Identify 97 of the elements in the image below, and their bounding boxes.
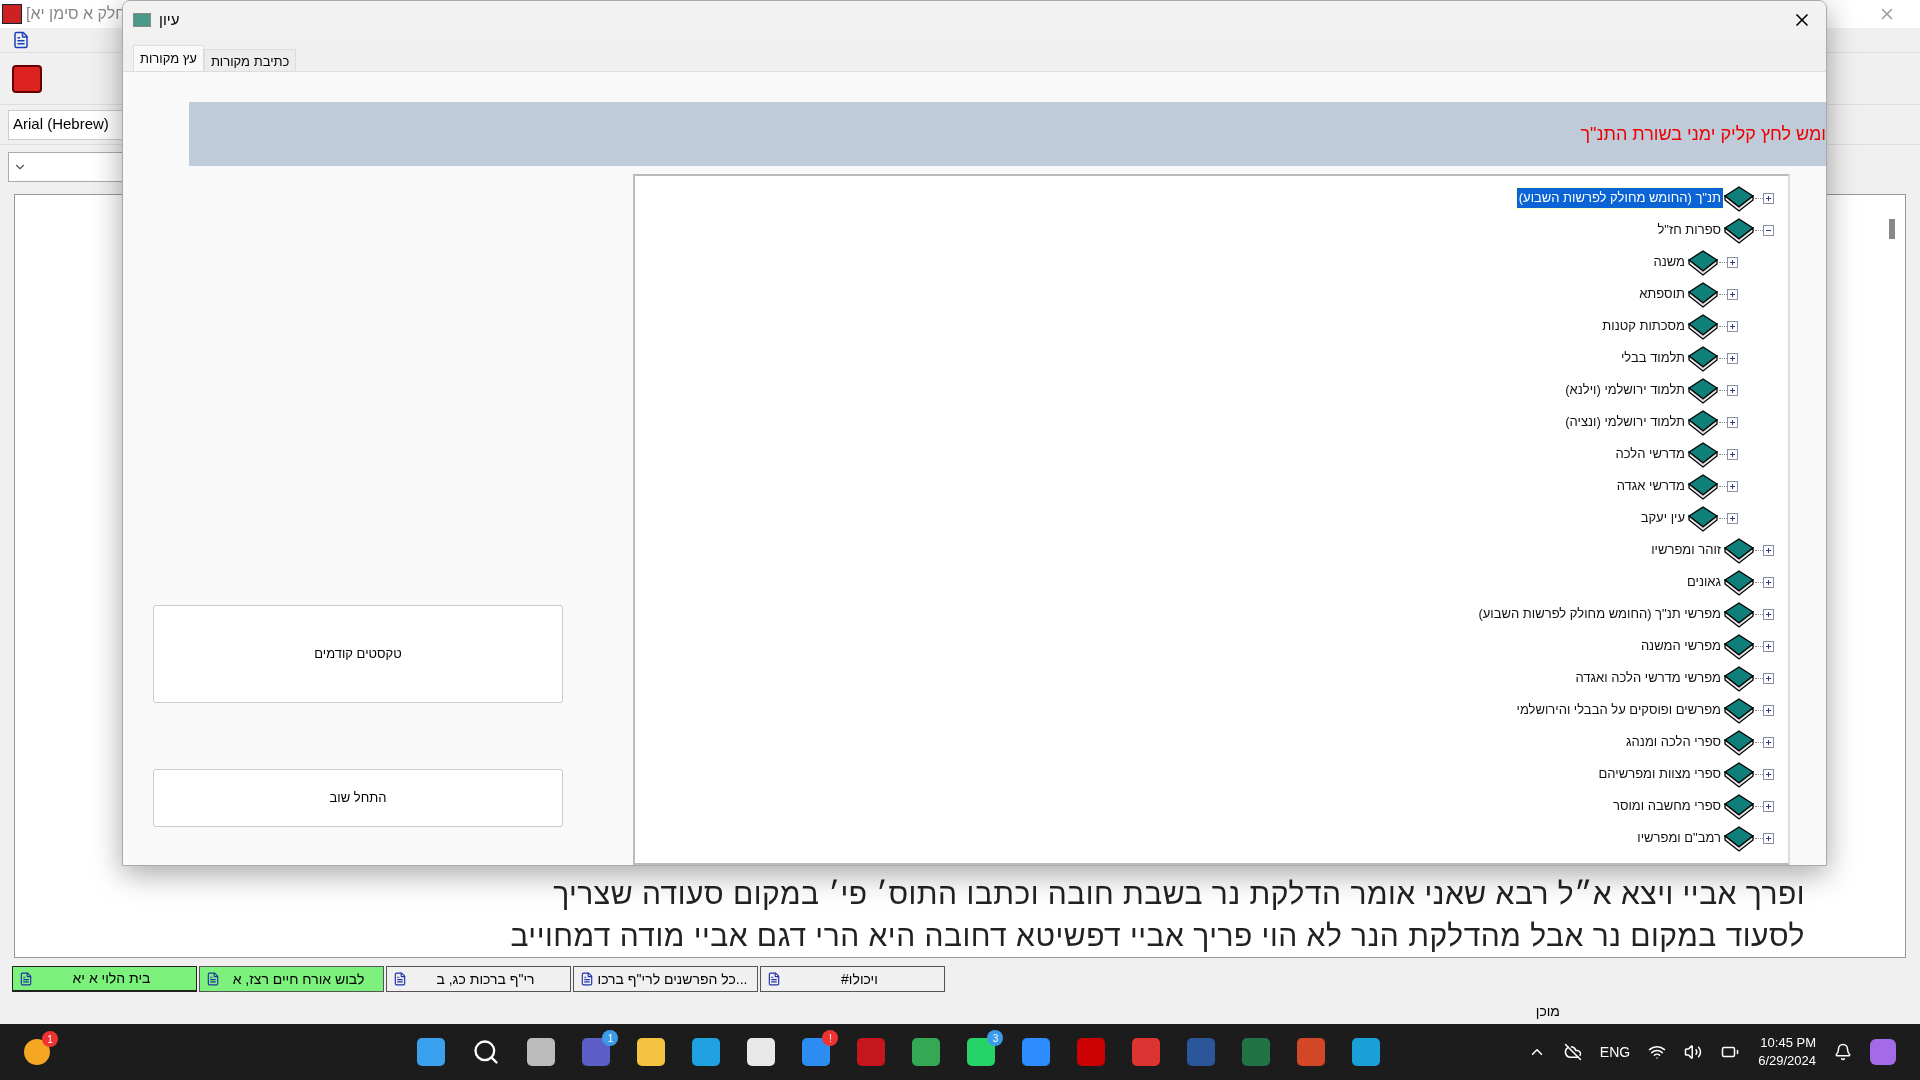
tree-item-label[interactable]: גאונים	[1684, 572, 1723, 592]
tree-item-label[interactable]: מפרשי המשנה	[1638, 636, 1723, 656]
book-icon	[1723, 728, 1755, 756]
expand-icon[interactable]	[1727, 352, 1738, 364]
expand-icon[interactable]	[1763, 640, 1774, 652]
tree-item-label[interactable]: רמב"ם ומפרשיו	[1635, 828, 1723, 848]
tree-item-label[interactable]: תלמוד ירושלמי (וילנא)	[1563, 380, 1687, 400]
dialog-app-icon	[133, 13, 151, 27]
expand-icon[interactable]	[1763, 736, 1774, 748]
expand-icon[interactable]	[1763, 192, 1774, 204]
expand-icon[interactable]	[1763, 704, 1774, 716]
expand-icon[interactable]	[1763, 800, 1774, 812]
expand-icon[interactable]	[1727, 480, 1738, 492]
tree-item-label[interactable]: תלמוד בבלי	[1618, 348, 1687, 368]
document-tab[interactable]: ויכולו#	[760, 966, 945, 992]
document-icon	[767, 972, 781, 986]
tree-item-label[interactable]: מפרשי מדרשי הלכה ואגדה	[1573, 668, 1723, 688]
tree-item-label[interactable]: ספרי הלכה ומנהג	[1624, 732, 1723, 752]
notification-badge: 3	[987, 1030, 1004, 1046]
tree-item-label[interactable]: מפרשים ופוסקים על הבבלי והירושלמי	[1514, 700, 1723, 720]
document-tab[interactable]: רי"ף ברכות כג, ב	[386, 966, 571, 992]
book-icon	[1687, 344, 1719, 372]
previous-texts-button[interactable]: טקסטים קודמים	[153, 605, 563, 703]
document-icon	[580, 972, 594, 986]
expand-icon[interactable]	[1727, 448, 1738, 460]
search-icon[interactable]	[472, 1038, 501, 1066]
book-icon	[1687, 248, 1719, 276]
book-icon	[1723, 760, 1755, 788]
tree-item-label[interactable]: מדרשי אגדה	[1614, 476, 1687, 496]
document-icon	[393, 972, 407, 986]
tree-item-label[interactable]: ספרי מחשבה ומוסר	[1610, 796, 1723, 816]
expand-icon[interactable]	[1763, 576, 1774, 588]
book-icon	[1723, 216, 1755, 244]
instruction-text: ומש לחץ קליק ימני בשורת התנ"ך	[1580, 122, 1826, 146]
book-icon	[1723, 696, 1755, 724]
book-icon	[1687, 440, 1719, 468]
clock-date[interactable]: 6/29/2024	[1758, 1052, 1816, 1070]
tree-item-label[interactable]: משנה	[1651, 252, 1687, 272]
document-icon	[206, 972, 220, 986]
book-icon	[1723, 792, 1755, 820]
document-icon	[19, 971, 33, 986]
restart-button[interactable]: התחל שוב	[153, 769, 563, 827]
expand-icon[interactable]	[1727, 320, 1738, 332]
cloud-off-icon[interactable]	[1563, 1043, 1582, 1061]
dialog-title: עיון	[159, 9, 180, 30]
document-tab[interactable]: בית הלוי א יא	[12, 966, 197, 992]
document-tab[interactable]: ...כל הפרשנים לרי"ף ברכו	[573, 966, 758, 992]
book-icon	[1687, 312, 1719, 340]
expand-icon[interactable]	[1727, 384, 1738, 396]
tree-item-label[interactable]: מפרשי תנ"ך (החומש מחולק לפרשות השבוע)	[1476, 604, 1723, 624]
book-icon	[1723, 600, 1755, 628]
expand-icon[interactable]	[1727, 416, 1738, 428]
expand-icon[interactable]	[1763, 608, 1774, 620]
expand-icon[interactable]	[1763, 768, 1774, 780]
collapse-icon[interactable]	[1763, 224, 1774, 236]
tree-item-label[interactable]: מדרשי הלכה	[1613, 444, 1687, 464]
book-icon	[1687, 408, 1719, 436]
document-text-line: ופרך אביי ויצא א״ל רבא שאני אומר הדלקת נר בשבת חובה וכתבו התוס׳ פי׳ במקום סעודה שצריך	[552, 876, 1805, 912]
wifi-icon[interactable]	[1648, 1043, 1667, 1061]
document-icon[interactable]	[12, 31, 30, 49]
book-icon	[1723, 536, 1755, 564]
document-tab[interactable]: לבוש אורח חיים רצז, א	[199, 966, 384, 992]
book-icon	[1687, 472, 1719, 500]
book-icon	[1687, 376, 1719, 404]
notification-badge: 1	[602, 1030, 619, 1046]
document-text-line: לסעוד במקום נר אבל מהדלקת הנר לא הוי פריך אביי דפשיטא דחובה היא הרי דגם אביי מודה דמחוייב	[509, 918, 1805, 954]
tab[interactable]: כתיבת מקורות	[203, 49, 297, 71]
tree-item-label[interactable]: עין יעקב	[1638, 508, 1687, 528]
status-text: מוכן	[1535, 1001, 1560, 1021]
clock-time[interactable]: 10:45 PM	[1760, 1034, 1816, 1052]
expand-icon[interactable]	[1763, 544, 1774, 556]
book-icon	[1687, 280, 1719, 308]
tab[interactable]: עץ מקורות	[133, 45, 204, 71]
tree-item-label[interactable]: ספרי מצוות ומפרשיהם	[1596, 764, 1723, 784]
book-icon	[1723, 568, 1755, 596]
expand-icon[interactable]	[1727, 512, 1738, 524]
tree-item-label[interactable]: זוהר ומפרשיו	[1649, 540, 1723, 560]
tree-item-label[interactable]: ספרות חז"ל	[1655, 220, 1723, 240]
book-icon	[1723, 824, 1755, 852]
book-icon	[1723, 632, 1755, 660]
expand-icon[interactable]	[1763, 672, 1774, 684]
expand-icon[interactable]	[1727, 288, 1738, 300]
volume-icon[interactable]	[1684, 1043, 1703, 1061]
book-icon	[1723, 664, 1755, 692]
tree-item-label[interactable]: תנ"ך (החומש מחולק לפרשות השבוע)	[1516, 188, 1723, 208]
notification-badge: 1	[42, 1031, 58, 1047]
notification-badge: !	[822, 1030, 839, 1046]
book-icon	[1723, 184, 1755, 212]
bell-icon[interactable]	[1834, 1043, 1852, 1061]
book-icon	[1687, 504, 1719, 532]
expand-icon[interactable]	[1727, 256, 1738, 268]
tree-item-label[interactable]: תוספתא	[1637, 284, 1687, 304]
expand-icon[interactable]	[1763, 832, 1774, 844]
tree-item-label[interactable]: תלמוד ירושלמי (ונציה)	[1563, 412, 1687, 432]
tree-item-label[interactable]: מסכתות קטנות	[1600, 316, 1687, 336]
language-indicator[interactable]: ENG	[1599, 1041, 1631, 1063]
scrollbar-thumb[interactable]	[1889, 219, 1895, 239]
